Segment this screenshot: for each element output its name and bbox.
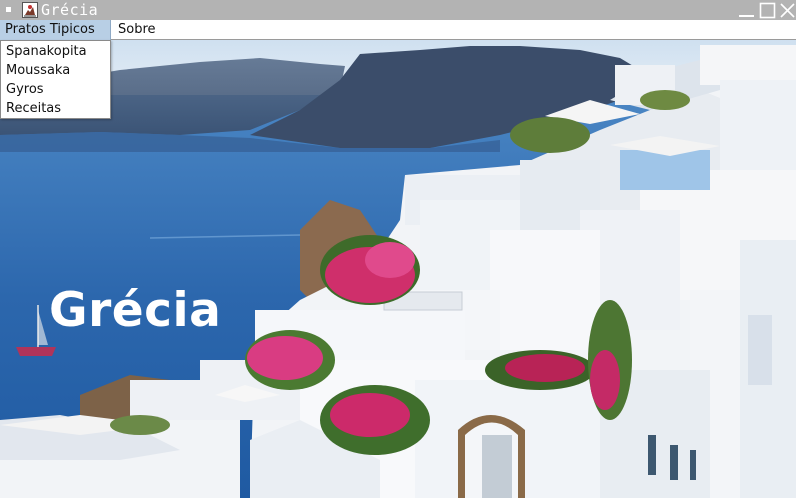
- menu-bar: Pratos Tipicos Sobre: [0, 20, 796, 40]
- title-bar: Grécia: [0, 0, 796, 20]
- java-app-icon: [22, 2, 38, 18]
- menu-item-gyros[interactable]: Gyros: [6, 80, 106, 99]
- window-title: Grécia: [41, 1, 99, 19]
- menu-item-spanakopita[interactable]: Spanakopita: [6, 42, 106, 61]
- hero-heading: Grécia: [49, 283, 222, 338]
- photo-illustration: [0, 40, 796, 498]
- close-icon[interactable]: [779, 2, 796, 19]
- menu-pratos-tipicos[interactable]: Pratos Tipicos: [0, 20, 111, 40]
- santorini-photo: Grécia: [0, 40, 796, 498]
- pratos-tipicos-dropdown: Spanakopita Moussaka Gyros Receitas: [0, 40, 111, 119]
- menu-item-receitas[interactable]: Receitas: [6, 99, 106, 118]
- menu-item-moussaka[interactable]: Moussaka: [6, 61, 106, 80]
- minimize-icon[interactable]: [738, 2, 755, 19]
- menu-sobre[interactable]: Sobre: [113, 20, 161, 40]
- window-menu-icon[interactable]: [6, 7, 11, 12]
- maximize-icon[interactable]: [759, 2, 776, 19]
